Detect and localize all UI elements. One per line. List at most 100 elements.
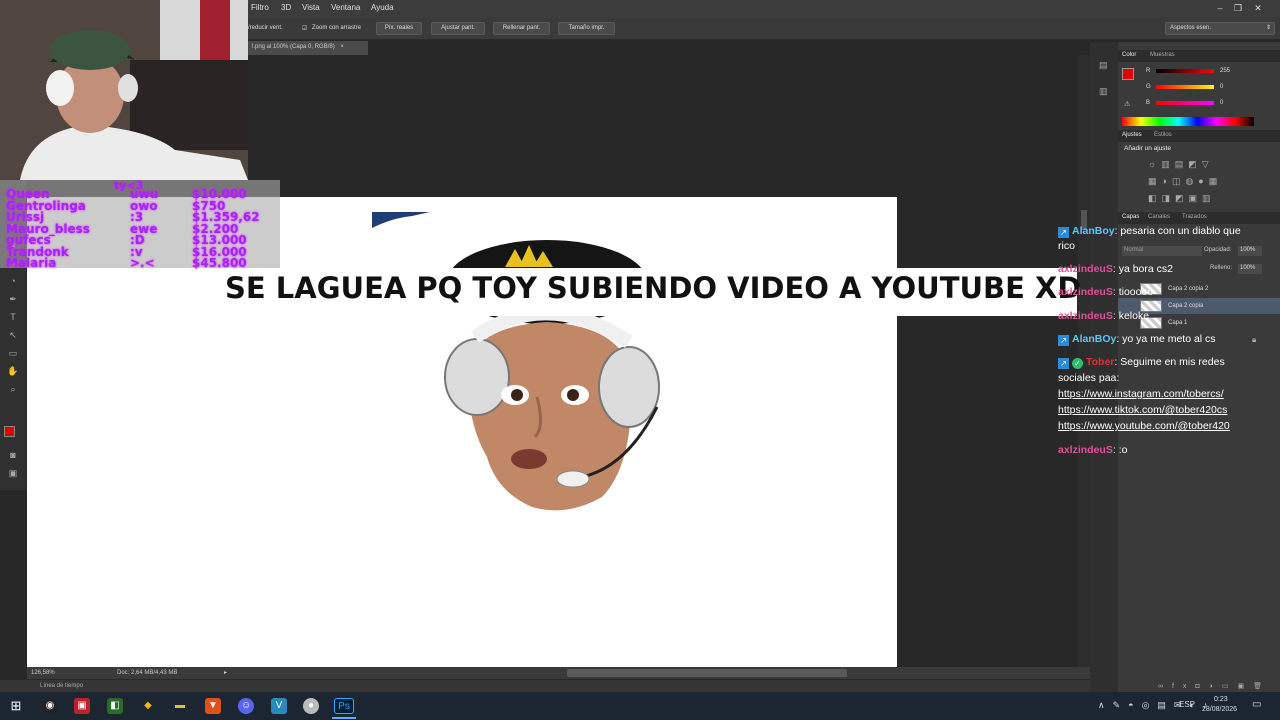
donation-msg: >.<	[130, 256, 155, 270]
pen-tool-icon[interactable]: ✒	[7, 294, 19, 304]
donation-name: Queen	[6, 187, 50, 201]
discord-icon[interactable]: ☺	[238, 698, 254, 714]
menu-window[interactable]: Ventana	[331, 3, 360, 12]
zoom-drag-label: Zoom con arrastre	[312, 25, 362, 31]
tab-color[interactable]: Color	[1122, 52, 1136, 58]
donation-amount: $45.800	[192, 256, 247, 270]
obs-icon[interactable]: ◉	[42, 698, 58, 714]
taskbar: ⊞ ◉ ▣ ◧ ◆ ▬ ▼ ☺ V ● Ps ∧✎◓◎▤✉◐♪ ESP 0:23…	[0, 692, 1280, 720]
system-tray-icons[interactable]: ∧✎◓◎▤✉◐♪	[1098, 700, 1215, 711]
tab-swatches[interactable]: Muestras	[1150, 52, 1175, 58]
chat-message: ↗ AlanBoy: pesaria con un diablo que	[1058, 225, 1241, 238]
close-icon[interactable]: ✕	[1250, 2, 1266, 14]
donation-name: Trandonk	[6, 245, 69, 259]
path-select-tool-icon[interactable]: ↖	[7, 330, 19, 340]
chat-username[interactable]: AlanBoy	[1072, 225, 1115, 237]
menu-filter[interactable]: Filtro	[251, 3, 269, 12]
streamer-webcam-image	[0, 0, 248, 180]
chat-link[interactable]: https://www.youtube.com/@tober420	[1058, 420, 1230, 432]
hand-tool-icon[interactable]: ✋	[7, 366, 19, 376]
chat-username[interactable]: Tober	[1086, 356, 1114, 368]
quick-mask-icon[interactable]: ◙	[7, 450, 19, 460]
tab-adjustments[interactable]: Ajustes	[1122, 132, 1142, 138]
b-value[interactable]: 0	[1220, 100, 1223, 106]
r-slider[interactable]	[1156, 69, 1214, 73]
chat-username[interactable]: axlzindeuS	[1058, 444, 1113, 456]
chat-username[interactable]: axlzindeuS	[1058, 310, 1113, 322]
prime-badge-icon: ↗	[1058, 227, 1069, 238]
binance-icon[interactable]: ◆	[140, 698, 156, 714]
resize-window-label[interactable]: /reducir vent.	[248, 25, 283, 31]
clock-time[interactable]: 0:23	[1214, 696, 1228, 703]
app-grey-icon[interactable]: ●	[303, 698, 319, 714]
b-slider[interactable]	[1156, 101, 1214, 105]
chat-message: ↗ AlanBOy: yo ya me meto al cs	[1058, 333, 1216, 346]
timeline-label[interactable]: Línea de tiempo	[40, 683, 83, 689]
layer-actions[interactable]: ∞fx◘◑▭▣🗑︎	[1158, 682, 1278, 690]
clock-date[interactable]: 28/08/2026	[1202, 706, 1237, 713]
donation-name: Urissj	[6, 210, 45, 224]
chat-username[interactable]: axlzindeuS	[1058, 286, 1113, 298]
adjustment-icons-grid[interactable]: ☼▥▤◩▽ ▦◑◫◍●▦ ◧◨◩▣▥	[1148, 156, 1248, 206]
zoom-level[interactable]: 126,58%	[31, 670, 55, 676]
menu-view[interactable]: Vista	[302, 3, 320, 12]
dodge-tool-icon[interactable]: ◔	[7, 276, 19, 286]
minimize-icon[interactable]: –	[1212, 2, 1228, 14]
tab-channels[interactable]: Canales	[1148, 214, 1170, 220]
fit-screen-button[interactable]: Ajustar pant.	[431, 22, 485, 35]
shape-tool-icon[interactable]: ▭	[7, 348, 19, 358]
close-tab-icon[interactable]: ×	[340, 44, 344, 50]
timeline-panel: Línea de tiempo	[0, 680, 1090, 692]
horizontal-scroll-thumb[interactable]	[567, 669, 847, 677]
fill-screen-button[interactable]: Rellenar pant.	[493, 22, 550, 35]
layers-panel-tabs: Capas Canales Trazados	[1118, 212, 1280, 224]
tab-layers[interactable]: Capas	[1122, 214, 1139, 220]
chevron-down-icon: ⇕	[1265, 25, 1271, 31]
chat-text: : :o	[1112, 444, 1128, 456]
app-v-icon[interactable]: V	[271, 698, 287, 714]
windows-start-icon[interactable]: ⊞	[8, 698, 24, 714]
status-arrow-icon[interactable]: ▸	[224, 669, 227, 676]
r-value[interactable]: 255	[1220, 68, 1230, 74]
fg-color-swatch[interactable]	[1122, 68, 1134, 80]
webcam-overlay	[0, 0, 248, 180]
folder-icon[interactable]: ▬	[172, 698, 188, 714]
notifications-icon[interactable]: ▭	[1252, 699, 1261, 710]
b-label: B	[1146, 100, 1151, 106]
photoshop-icon[interactable]: Ps	[334, 698, 354, 714]
menu-3d[interactable]: 3D	[281, 3, 291, 12]
actual-pixels-button[interactable]: Píx. reales	[376, 22, 422, 35]
restore-icon[interactable]: ❐	[1230, 2, 1246, 14]
donation-msg: uwu	[130, 187, 159, 201]
properties-icon[interactable]: ▥	[1099, 86, 1108, 97]
document-tab[interactable]: l.png al 100% (Capa 0, RGB/8) ×	[248, 41, 368, 55]
chat-link[interactable]: https://www.instagram.com/tobercs/	[1058, 388, 1224, 400]
chat-username[interactable]: axlzindeuS	[1058, 263, 1113, 275]
app-red-icon[interactable]: ▣	[74, 698, 90, 714]
language-indicator[interactable]: ESP	[1179, 700, 1195, 709]
screen-mode-icon[interactable]: ▣	[7, 468, 19, 478]
zoom-tool-icon[interactable]: ⌕	[7, 384, 19, 394]
workspace-select[interactable]: Aspectos esen. ⇕	[1165, 22, 1275, 35]
g-slider[interactable]	[1156, 85, 1214, 89]
workspace-value: Aspectos esen.	[1170, 25, 1212, 31]
foreground-color-swatch[interactable]	[4, 426, 15, 437]
chat-username[interactable]: AlanBOy	[1072, 333, 1116, 345]
brave-icon[interactable]: ▼	[205, 698, 221, 714]
chat-link[interactable]: https://www.tiktok.com/@tober420cs	[1058, 404, 1227, 416]
history-icon[interactable]: ▤	[1099, 60, 1108, 71]
g-label: G	[1146, 84, 1151, 90]
tab-styles[interactable]: Estilos	[1154, 132, 1172, 138]
document-tab-label: l.png al 100% (Capa 0, RGB/8)	[252, 44, 335, 50]
color-spectrum[interactable]	[1122, 117, 1254, 126]
stream-banner: SE LAGUEA PQ TOY SUBIENDO VIDEO A YOUTUB…	[221, 268, 1082, 316]
type-tool-icon[interactable]: T	[7, 312, 19, 322]
chat-text: sociales paa:	[1058, 372, 1120, 384]
menu-help[interactable]: Ayuda	[371, 3, 394, 12]
zoom-drag-checkbox[interactable]: ☑	[302, 25, 307, 32]
tab-paths[interactable]: Trazados	[1182, 214, 1207, 220]
nvidia-icon[interactable]: ◧	[107, 698, 123, 714]
print-size-button[interactable]: Tamaño impr.	[558, 22, 615, 35]
g-value[interactable]: 0	[1220, 84, 1223, 90]
donation-amount: $16.000	[192, 245, 247, 259]
